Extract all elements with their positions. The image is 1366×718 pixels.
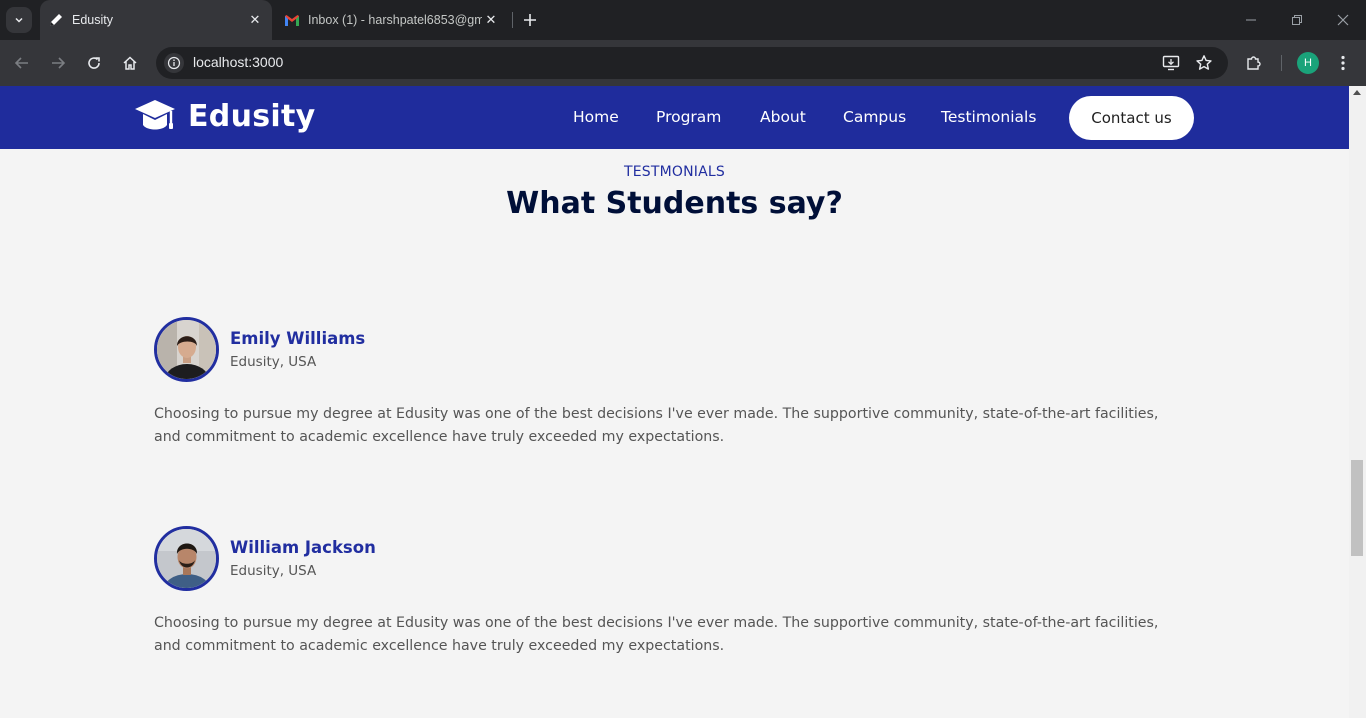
avatar (154, 317, 219, 382)
chevron-down-icon (15, 17, 23, 23)
arrow-left-icon (14, 57, 28, 69)
puzzle-icon (1247, 56, 1261, 70)
student-name: William Jackson (230, 538, 376, 557)
tab-search-button[interactable] (6, 7, 32, 33)
browser-toolbar: localhost:3000 H (0, 40, 1366, 86)
nav-link-campus[interactable]: Campus (843, 108, 906, 126)
extensions-button[interactable] (1240, 49, 1268, 77)
more-vertical-icon (1341, 55, 1345, 71)
close-icon[interactable]: ✕ (482, 11, 500, 29)
restore-button[interactable] (1274, 0, 1320, 40)
graduation-cap-icon (135, 100, 175, 130)
student-location: Edusity, USA (230, 563, 317, 579)
testimonial-quote: Choosing to pursue my degree at Edusity … (154, 406, 1159, 445)
pencil-favicon-icon (48, 12, 64, 28)
plus-icon (524, 14, 536, 26)
tab-gmail-inbox[interactable]: Inbox (1) - harshpatel6853@gmail.com ✕ (276, 0, 508, 40)
nav-link-about[interactable]: About (760, 108, 806, 126)
minimize-button[interactable] (1228, 0, 1274, 40)
tab-divider (512, 12, 513, 28)
nav-link-testimonials[interactable]: Testimonials (941, 108, 1036, 126)
reload-button[interactable] (80, 49, 108, 77)
forward-button[interactable] (44, 49, 72, 77)
site-info-icon[interactable] (164, 53, 184, 73)
section-eyebrow: TESTMONIALS (624, 164, 725, 180)
page-viewport: Edusity Home Program About Campus Testim… (0, 86, 1366, 718)
arrow-right-icon (52, 57, 66, 69)
browser-menu-button[interactable] (1329, 49, 1357, 77)
page-scrollbar[interactable] (1349, 86, 1366, 718)
browser-tab-strip: Edusity ✕ Inbox (1) - harshpatel6853@gma… (0, 0, 1366, 40)
gmail-icon (284, 12, 300, 28)
site-logo[interactable]: Edusity (134, 98, 315, 134)
address-bar[interactable]: localhost:3000 (156, 47, 1228, 79)
testimonial-quote: Choosing to pursue my degree at Edusity … (154, 615, 1159, 654)
tab-title: Edusity (72, 13, 113, 27)
nav-link-home[interactable]: Home (573, 108, 619, 126)
restore-icon (1292, 15, 1302, 25)
avatar (154, 526, 219, 591)
reload-icon (88, 57, 100, 69)
logo-text: Edusity (188, 98, 316, 134)
url-text: localhost:3000 (193, 54, 284, 70)
toolbar-divider (1281, 55, 1282, 71)
new-tab-button[interactable] (518, 8, 542, 32)
home-icon (123, 56, 137, 70)
minimize-icon (1246, 19, 1256, 21)
tab-edusity[interactable]: Edusity ✕ (40, 0, 272, 40)
scroll-up-arrow-icon[interactable] (1353, 90, 1361, 95)
close-icon[interactable]: ✕ (246, 11, 264, 29)
bookmark-star-icon[interactable] (1194, 53, 1214, 73)
tab-title: Inbox (1) - harshpatel6853@gmail.com (308, 13, 482, 27)
site-navbar: Edusity Home Program About Campus Testim… (0, 86, 1349, 149)
install-app-icon[interactable] (1161, 53, 1181, 73)
close-icon (1337, 14, 1349, 26)
student-location: Edusity, USA (230, 354, 317, 370)
home-button[interactable] (116, 49, 144, 77)
contact-us-button[interactable]: Contact us (1069, 96, 1194, 140)
back-button[interactable] (8, 49, 36, 77)
close-window-button[interactable] (1320, 0, 1366, 40)
scrollbar-thumb[interactable] (1351, 460, 1363, 556)
section-title: What Students say? (506, 186, 843, 221)
student-name: Emily Williams (230, 329, 366, 348)
profile-avatar[interactable]: H (1297, 52, 1319, 74)
nav-link-program[interactable]: Program (656, 108, 721, 126)
